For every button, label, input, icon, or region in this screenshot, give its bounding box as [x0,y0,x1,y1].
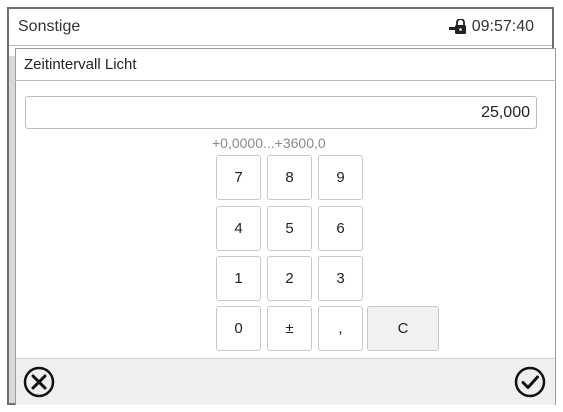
page-title: Sonstige [18,18,81,35]
clear-button[interactable]: C [367,306,439,351]
key-4[interactable]: 4 [216,206,261,251]
key-7[interactable]: 7 [216,155,261,200]
top-bar: Sonstige 09:57:40 [9,9,552,46]
key-plus-minus[interactable]: ± [267,306,312,351]
dialog-header: Zeitintervall Licht [15,48,556,81]
status-area: 09:57:40 [448,18,534,36]
close-circle-icon [23,366,55,398]
range-hint: +0,0000...+3600,0 [212,135,326,151]
key-2[interactable]: 2 [267,256,312,301]
check-circle-icon [514,366,546,398]
key-6[interactable]: 6 [318,206,363,251]
cancel-button[interactable] [22,365,56,399]
value-input[interactable]: 25,000 [25,96,537,129]
numeric-input-dialog: Zeitintervall Licht 25,000 +0,0000...+36… [15,48,556,405]
key-8[interactable]: 8 [267,155,312,200]
door-lock-icon [448,18,468,35]
clock-time: 09:57:40 [471,18,534,35]
key-comma[interactable]: , [318,306,363,351]
key-0[interactable]: 0 [216,306,261,351]
key-1[interactable]: 1 [216,256,261,301]
dialog-footer [16,358,555,405]
key-9[interactable]: 9 [318,155,363,200]
dialog-title: Zeitintervall Licht [24,56,137,73]
key-5[interactable]: 5 [267,206,312,251]
confirm-button[interactable] [513,365,547,399]
key-3[interactable]: 3 [318,256,363,301]
